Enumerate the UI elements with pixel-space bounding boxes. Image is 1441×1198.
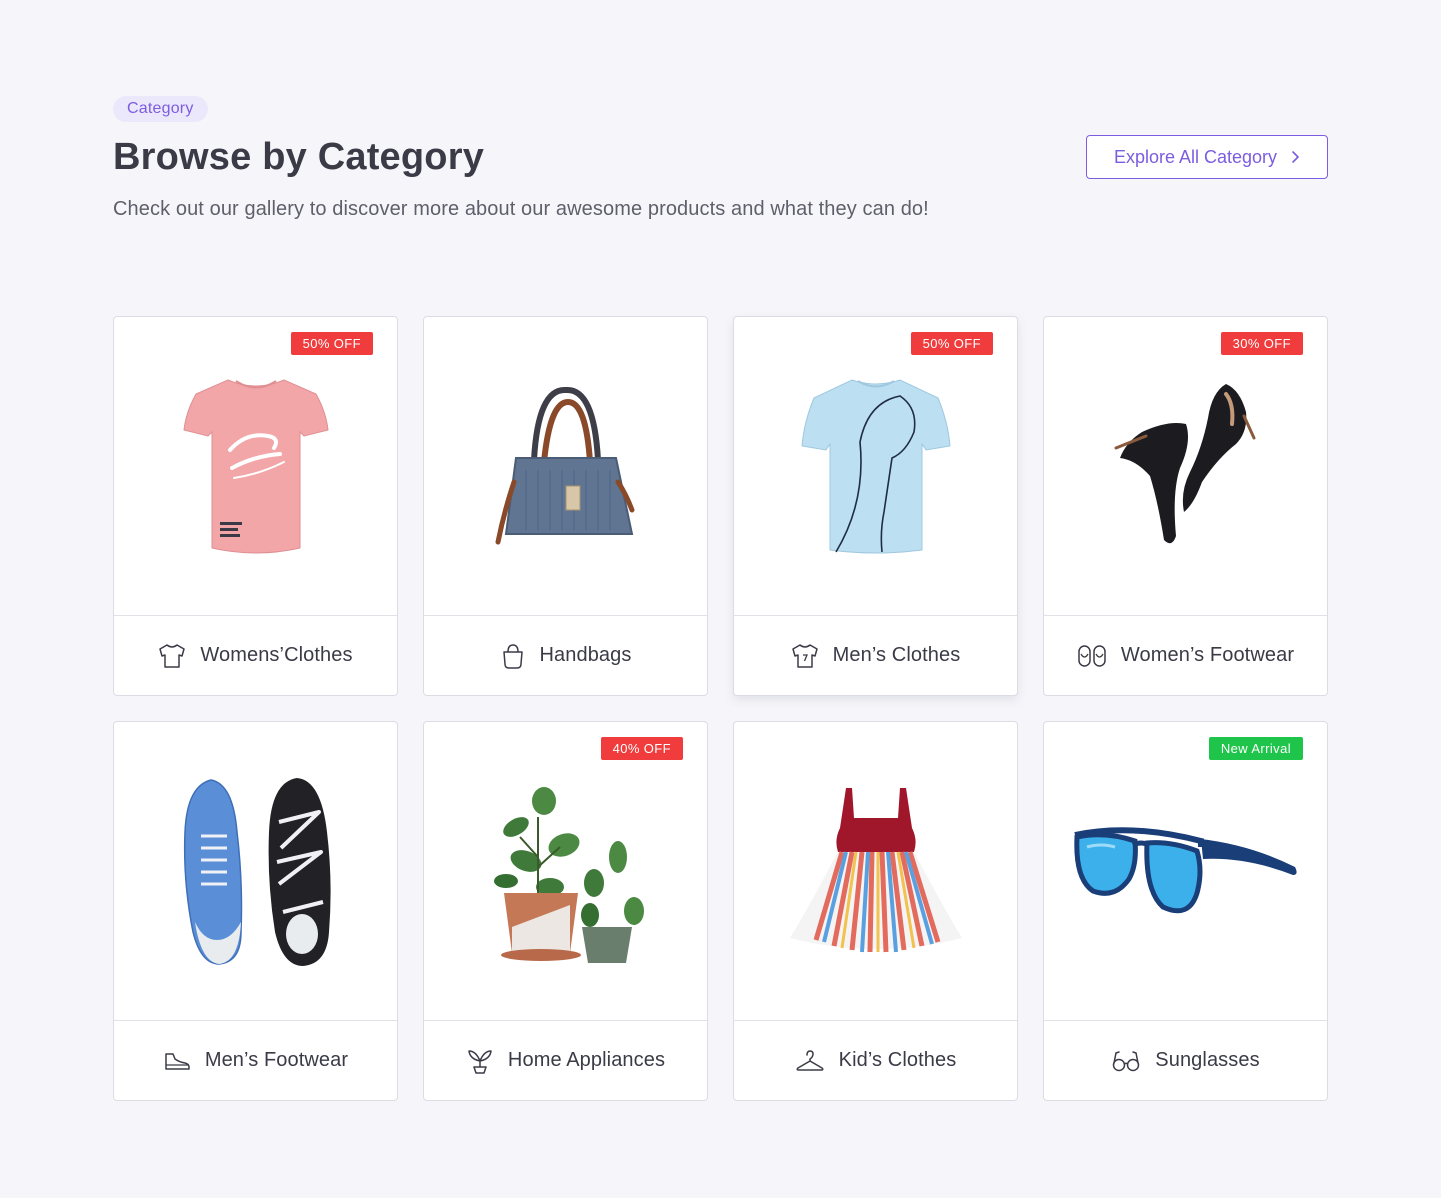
blue-handbag-image	[495, 387, 634, 545]
discount-badge: 50% OFF	[910, 332, 993, 355]
category-card-kids-clothes[interactable]: Kid’s Clothes	[733, 721, 1018, 1101]
bag-icon	[500, 642, 526, 670]
card-media	[114, 722, 397, 1022]
sprout-icon	[466, 1047, 494, 1075]
card-footer: Women’s Footwear	[1044, 615, 1327, 695]
chevron-right-icon	[1291, 150, 1300, 164]
category-label: Handbags	[539, 644, 632, 666]
black-heels-image	[1114, 384, 1255, 544]
potted-plants-image	[493, 787, 644, 963]
hanger-icon	[795, 1049, 825, 1073]
explore-all-category-label: Explore All Category	[1113, 146, 1278, 167]
glasses-icon	[1111, 1049, 1141, 1073]
card-media: 30% OFF	[1044, 317, 1327, 617]
card-media: New Arrival	[1044, 722, 1327, 1022]
category-label: Womens’Clothes	[200, 644, 353, 666]
card-media: 40% OFF	[424, 722, 707, 1022]
card-media	[424, 317, 707, 617]
explore-all-category-button[interactable]: Explore All Category	[1086, 135, 1328, 179]
card-media: 50% OFF	[734, 317, 1017, 617]
new-arrival-badge: New Arrival	[1208, 737, 1303, 760]
discount-badge: 30% OFF	[1220, 332, 1303, 355]
card-media	[734, 722, 1017, 1022]
category-card-mens-clothes[interactable]: 50% OFF Men’s Clothes	[733, 316, 1018, 696]
category-label: Sunglasses	[1155, 1049, 1260, 1071]
blue-sneakers-image	[183, 778, 331, 966]
tshirt-icon	[158, 643, 186, 669]
category-card-home-appliances[interactable]: 40% OFF Home Appliances	[423, 721, 708, 1101]
category-card-mens-footwear[interactable]: Men’s Footwear	[113, 721, 398, 1101]
category-header: Category Browse by Category Check out ou…	[113, 96, 1328, 222]
category-card-womens-footwear[interactable]: 30% OFF Women’s Footwear	[1043, 316, 1328, 696]
category-label: Home Appliances	[507, 1049, 666, 1071]
pink-tshirt-image	[182, 379, 329, 554]
footprints-icon	[1077, 644, 1107, 668]
card-footer: Handbags	[424, 615, 707, 695]
discount-badge: 50% OFF	[290, 332, 373, 355]
sneaker-icon	[163, 1050, 191, 1072]
card-footer: Kid’s Clothes	[734, 1020, 1017, 1100]
tshirt-icon	[791, 643, 819, 669]
page-subtitle: Check out our gallery to discover more a…	[113, 198, 929, 220]
card-footer: Men’s Clothes	[734, 615, 1017, 695]
category-label: Men’s Clothes	[832, 644, 961, 666]
category-card-womens-clothes[interactable]: 50% OFF Womens’Clothes	[113, 316, 398, 696]
card-footer: Sunglasses	[1044, 1020, 1327, 1100]
blue-sunglasses-image	[1073, 827, 1297, 914]
category-label: Women’s Footwear	[1120, 644, 1295, 666]
category-eyebrow-badge: Category	[113, 96, 208, 122]
category-label: Men’s Footwear	[204, 1049, 349, 1071]
category-grid: 50% OFF Womens’Clothes Handbags 50% OFF …	[113, 316, 1328, 1101]
card-footer: Men’s Footwear	[114, 1020, 397, 1100]
striped-dress-image	[789, 788, 962, 953]
card-media: 50% OFF	[114, 317, 397, 617]
category-label: Kid’s Clothes	[838, 1049, 957, 1071]
card-footer: Womens’Clothes	[114, 615, 397, 695]
card-footer: Home Appliances	[424, 1020, 707, 1100]
light-blue-tshirt-image	[800, 379, 951, 554]
category-card-sunglasses[interactable]: New Arrival Sunglasses	[1043, 721, 1328, 1101]
discount-badge: 40% OFF	[600, 737, 683, 760]
category-card-handbags[interactable]: Handbags	[423, 316, 708, 696]
